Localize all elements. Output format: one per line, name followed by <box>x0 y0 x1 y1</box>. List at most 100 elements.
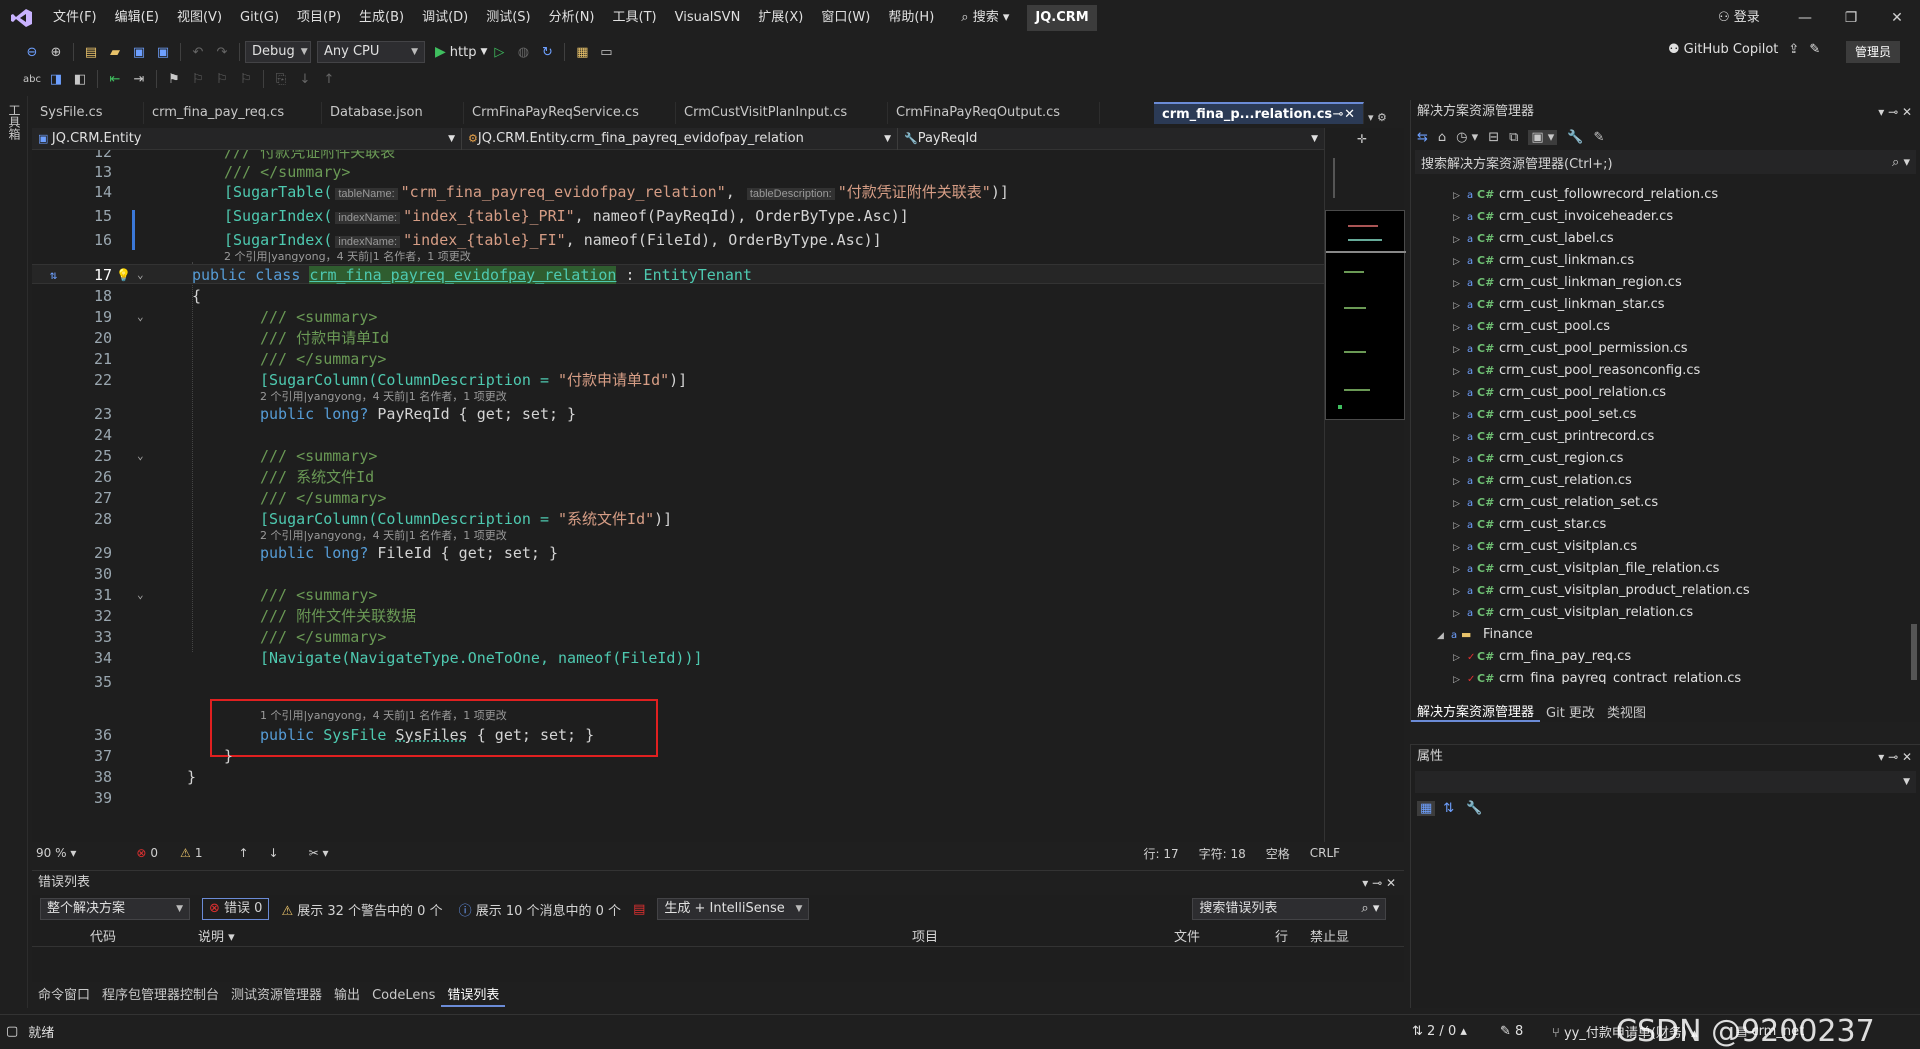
minimap-scrollbar[interactable]: ✛ <box>1324 128 1406 842</box>
tree-file[interactable]: ▷ a C# crm_cust_relation.cs <box>1411 470 1907 492</box>
project-dropdown[interactable]: ▣ JQ.CRM.Entity ▼ <box>32 128 462 150</box>
expand-arrow-icon[interactable]: ▷ <box>1453 207 1467 229</box>
layout-icon[interactable]: ▭ <box>596 42 616 62</box>
expand-arrow-icon[interactable]: ▷ <box>1453 603 1467 625</box>
expand-arrow-icon[interactable]: ▷ <box>1453 405 1467 427</box>
new-project-icon[interactable]: ▤ <box>81 42 101 62</box>
tab-crm-fina-pay-req-output[interactable]: CrmFinaPayReqOutput.cs <box>888 102 1100 124</box>
tree-file[interactable]: ▷ a C# crm_cust_pool_relation.cs <box>1411 382 1907 404</box>
close-window-button[interactable]: ✕ <box>1874 0 1920 36</box>
build-source-dropdown[interactable]: 生成 + IntelliSense ▼ <box>657 898 810 920</box>
property-pages-icon[interactable]: 🔧 <box>1466 801 1482 816</box>
refresh-icon[interactable]: ↻ <box>537 42 557 62</box>
attach-icon[interactable]: ◍ <box>513 42 533 62</box>
back-icon[interactable]: ⊖ <box>22 42 42 62</box>
column-line[interactable]: 行 <box>1275 926 1288 945</box>
tree-file[interactable]: ▷ a C# crm_cust_visitplan_product_relation.… <box>1411 580 1907 602</box>
expand-arrow-icon[interactable]: ▷ <box>1453 361 1467 383</box>
redo-icon[interactable]: ↷ <box>212 42 232 62</box>
collapse-arrow-icon[interactable]: ◢ <box>1437 625 1451 647</box>
history-icon[interactable]: ◷ ▾ <box>1456 130 1478 145</box>
tree-file[interactable]: ▷ a C# crm_cust_star.cs <box>1411 514 1907 536</box>
collapse-icon[interactable]: ⌄ <box>137 585 144 605</box>
tab-crm-fina-pay-req-service[interactable]: CrmFinaPayReqService.cs <box>464 102 676 124</box>
implementation-glyph-icon[interactable]: ⇅ <box>50 265 57 285</box>
comment-icon[interactable]: ⎘ <box>271 69 291 89</box>
parameter-info-icon[interactable]: ◧ <box>70 69 90 89</box>
close-tab-icon[interactable]: ✕ <box>1344 104 1355 124</box>
quick-info-icon[interactable]: ◨ <box>46 69 66 89</box>
minimize-button[interactable]: — <box>1782 0 1828 36</box>
expand-arrow-icon[interactable]: ▷ <box>1453 647 1467 669</box>
error-search-input[interactable]: 搜索错误列表 ⌕ ▾ <box>1192 898 1387 920</box>
expand-arrow-icon[interactable]: ▷ <box>1453 185 1467 207</box>
pending-changes-icon[interactable]: ✎ <box>1594 130 1605 145</box>
panel-controls-icon[interactable]: ▾ ⊸ ✕ <box>1878 745 1912 769</box>
expand-arrow-icon[interactable]: ▷ <box>1453 471 1467 493</box>
expand-arrow-icon[interactable]: ▷ <box>1453 251 1467 273</box>
tab-output[interactable]: 输出 <box>328 985 366 1007</box>
next-issue-icon[interactable]: ↓ <box>269 846 279 860</box>
expand-arrow-icon[interactable]: ▷ <box>1453 295 1467 317</box>
tree-file[interactable]: ▷ a C# crm_cust_pool_set.cs <box>1411 404 1907 426</box>
search-button[interactable]: ⌕ 搜索 ▾ <box>951 5 1019 31</box>
collapse-all-icon[interactable]: ⊟ <box>1488 130 1499 145</box>
codelens-payreqid[interactable]: 2 个引用|yangyong，4 天前|1 名作者，1 项更改 <box>260 390 507 404</box>
tab-solution-explorer[interactable]: 解决方案资源管理器 <box>1411 701 1541 722</box>
prev-issue-icon[interactable]: ↑ <box>238 846 248 860</box>
forward-icon[interactable]: ⊕ <box>46 42 66 62</box>
expand-arrow-icon[interactable]: ▷ <box>1453 317 1467 339</box>
expand-arrow-icon[interactable]: ▷ <box>1453 493 1467 515</box>
tab-crm-cust-visit-plan-input[interactable]: CrmCustVisitPlanInput.cs <box>676 102 888 124</box>
tab-codelens[interactable]: CodeLens <box>366 985 441 1007</box>
line-changes-indicator[interactable]: ⇅ 2 / 0 ▴ <box>1412 1024 1467 1039</box>
config-dropdown[interactable]: Debug ▼ <box>245 41 311 63</box>
tree-file[interactable]: ▷ a C# crm_cust_region.cs <box>1411 448 1907 470</box>
browser-link-icon[interactable]: ▦ <box>572 42 592 62</box>
prev-bookmark-icon[interactable]: ⚐ <box>188 69 208 89</box>
tab-database-json[interactable]: Database.json <box>322 102 464 124</box>
start-debug-button[interactable]: ▶ http ▼ <box>435 44 487 60</box>
expand-arrow-icon[interactable]: ▷ <box>1453 229 1467 251</box>
scope-dropdown[interactable]: 整个解决方案 ▼ <box>40 898 190 920</box>
collapse-icon[interactable]: ⌄ <box>137 307 144 327</box>
preview-icon[interactable]: ▣ ▾ <box>1528 129 1558 145</box>
menu-item[interactable]: 生成(B) <box>350 0 413 36</box>
tree-file[interactable]: ▷ a C# crm_cust_visitplan.cs <box>1411 536 1907 558</box>
tab-test-explorer[interactable]: 测试资源管理器 <box>225 985 328 1007</box>
tab-command-window[interactable]: 命令窗口 <box>32 985 96 1007</box>
tree-file[interactable]: ▷ ✓ C# crm_fina_pay_req.cs <box>1411 646 1907 668</box>
menu-item[interactable]: 帮助(H) <box>879 0 943 36</box>
menu-item[interactable]: 分析(N) <box>540 0 604 36</box>
panel-controls-icon[interactable]: ▾ ⊸ ✕ <box>1878 100 1912 124</box>
lightbulb-icon[interactable]: 💡 <box>116 265 131 285</box>
warnings-filter-button[interactable]: ⚠ 展示 32 个警告中的 0 个 <box>281 900 442 919</box>
collapse-icon[interactable]: ⌄ <box>137 265 144 285</box>
line-indicator[interactable]: 行: 17 <box>1143 845 1178 862</box>
char-indicator[interactable]: 字符: 18 <box>1199 845 1246 862</box>
expand-arrow-icon[interactable]: ▷ <box>1453 669 1467 684</box>
solution-search-input[interactable]: 搜索解决方案资源管理器(Ctrl+;) ⌕ ▾ <box>1415 150 1916 174</box>
tab-active-relation[interactable]: crm_fina_p...relation.cs ⊸ ✕ <box>1154 102 1364 124</box>
tree-file[interactable]: ▷ a C# crm_cust_printrecord.cs <box>1411 426 1907 448</box>
undo-icon[interactable]: ↶ <box>188 42 208 62</box>
home-icon[interactable]: ⌂ <box>1438 130 1446 145</box>
expand-arrow-icon[interactable]: ▷ <box>1453 449 1467 471</box>
menu-item[interactable]: 测试(S) <box>477 0 539 36</box>
tree-file[interactable]: ▷ a C# crm_cust_pool_permission.cs <box>1411 338 1907 360</box>
tree-file[interactable]: ▷ a C# crm_cust_linkman_star.cs <box>1411 294 1907 316</box>
code-editor[interactable]: 12/// 付款凭证附件关联表 13/// </summary> 14 [Suga… <box>32 150 1324 842</box>
collapse-icon[interactable]: ⌄ <box>137 446 144 466</box>
tree-file[interactable]: ▷ a C# crm_cust_linkman.cs <box>1411 250 1907 272</box>
tab-overflow-icon[interactable]: ▾ ⚙ <box>1368 111 1387 124</box>
tab-class-view[interactable]: 类视图 <box>1601 702 1652 721</box>
tree-file[interactable]: ▷ a C# crm_cust_label.cs <box>1411 228 1907 250</box>
properties-object-dropdown[interactable]: ▼ <box>1415 771 1916 793</box>
restore-button[interactable]: ❐ <box>1828 0 1874 36</box>
menu-item[interactable]: 调试(D) <box>413 0 477 36</box>
menu-item[interactable]: 视图(V) <box>168 0 231 36</box>
menu-item[interactable]: 工具(T) <box>604 0 666 36</box>
spellcheck-icon[interactable]: abc <box>22 69 42 89</box>
errors-filter-button[interactable]: ⊗ 错误 0 <box>202 898 270 920</box>
menu-item[interactable]: 项目(P) <box>288 0 350 36</box>
